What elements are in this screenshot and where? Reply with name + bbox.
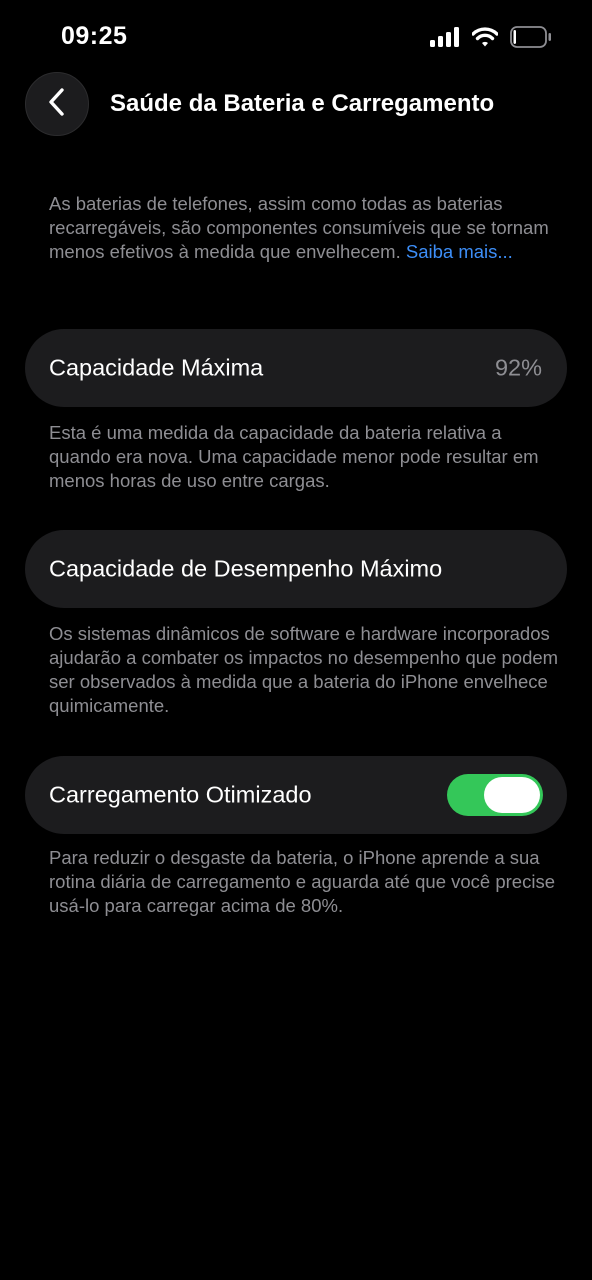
max-capacity-value: 92% bbox=[494, 354, 542, 381]
optimized-charging-description: Para reduzir o desgaste da bateria, o iP… bbox=[49, 847, 555, 916]
page-title: Saúde da Bateria e Carregamento bbox=[110, 90, 495, 117]
max-capacity-label: Capacidade Máxima bbox=[49, 354, 264, 381]
status-time: 09:25 bbox=[61, 22, 128, 50]
toggle-knob bbox=[484, 777, 540, 813]
intro-description: As baterias de telefones, assim como tod… bbox=[49, 192, 559, 264]
chevron-left-icon bbox=[47, 87, 67, 122]
signal-icon bbox=[430, 27, 460, 52]
status-bar: 09:25 bbox=[0, 0, 592, 80]
learn-more-link[interactable]: Saiba mais... bbox=[406, 241, 513, 262]
nav-header: Saúde da Bateria e Carregamento bbox=[0, 72, 592, 138]
optimized-charging-row: Carregamento Otimizado bbox=[25, 756, 567, 834]
peak-performance-row: Capacidade de Desempenho Máximo bbox=[25, 530, 567, 608]
optimized-charging-toggle[interactable] bbox=[447, 774, 543, 816]
wifi-icon bbox=[471, 27, 499, 52]
peak-performance-label: Capacidade de Desempenho Máximo bbox=[49, 555, 443, 582]
battery-icon bbox=[510, 26, 552, 53]
status-icons bbox=[430, 26, 552, 53]
max-capacity-description: Esta é uma medida da capacidade da bater… bbox=[49, 422, 539, 491]
back-button[interactable] bbox=[25, 72, 89, 136]
optimized-charging-label: Carregamento Otimizado bbox=[49, 781, 312, 808]
max-capacity-row: Capacidade Máxima 92% bbox=[25, 329, 567, 407]
peak-performance-description: Os sistemas dinâmicos de software e hard… bbox=[49, 623, 559, 716]
